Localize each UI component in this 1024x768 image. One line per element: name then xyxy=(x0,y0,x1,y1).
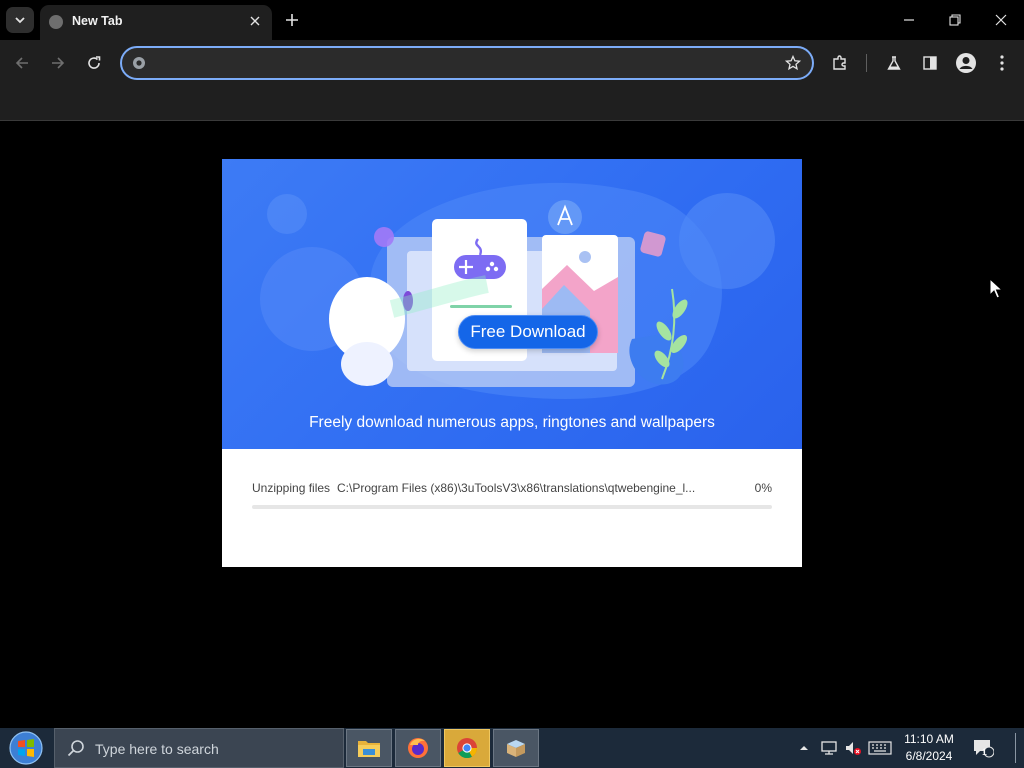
progress-section: Unzipping files C:\Program Files (x86)\3… xyxy=(222,449,802,567)
bookmark-star-button[interactable] xyxy=(784,54,802,72)
free-download-button[interactable]: Free Download xyxy=(458,315,598,349)
menu-button[interactable] xyxy=(988,49,1016,77)
flask-icon xyxy=(887,56,901,70)
chrome-icon xyxy=(457,738,478,759)
side-panel-button[interactable] xyxy=(916,49,944,77)
notification-count: 1 xyxy=(982,747,988,757)
volume-button[interactable] xyxy=(842,728,864,768)
close-window-button[interactable] xyxy=(987,8,1015,32)
clock-time: 11:10 AM xyxy=(904,732,954,746)
network-icon xyxy=(821,741,837,755)
taskbar-firefox[interactable] xyxy=(395,729,441,767)
notification-center-button[interactable]: 1 xyxy=(968,728,998,768)
new-tab-button[interactable] xyxy=(280,8,304,32)
puzzle-icon xyxy=(833,55,846,70)
avatar-icon xyxy=(956,53,976,73)
chevron-down-icon xyxy=(15,17,25,24)
system-clock[interactable]: 11:10 AM 6/8/2024 xyxy=(896,731,962,765)
tab-strip: New Tab xyxy=(0,0,1024,40)
reload-button[interactable] xyxy=(80,49,108,77)
close-icon xyxy=(995,14,1007,26)
arrow-left-icon xyxy=(15,57,28,69)
status-label: Unzipping files xyxy=(252,481,331,495)
show-desktop-button[interactable] xyxy=(1010,728,1020,768)
star-icon xyxy=(785,55,801,71)
start-button[interactable] xyxy=(6,730,46,766)
promo-banner: Free Download Freely download numerous a… xyxy=(222,159,802,449)
mouse-cursor-icon xyxy=(989,278,1003,299)
chevron-up-icon xyxy=(800,746,808,750)
restore-icon xyxy=(949,14,961,26)
minimize-button[interactable] xyxy=(895,8,923,32)
labs-button[interactable] xyxy=(880,49,908,77)
restore-button[interactable] xyxy=(941,8,969,32)
speaker-muted-icon xyxy=(846,742,861,755)
arrow-right-icon xyxy=(52,57,65,69)
bookmarks-bar xyxy=(0,86,1024,121)
toolbar-divider xyxy=(866,54,867,72)
address-input[interactable] xyxy=(154,53,774,73)
taskbar-installer[interactable] xyxy=(493,729,539,767)
tab-title: New Tab xyxy=(72,14,123,28)
profile-button[interactable] xyxy=(952,49,980,77)
keyboard-button[interactable] xyxy=(866,728,894,768)
address-bar[interactable] xyxy=(120,46,814,80)
keyboard-icon xyxy=(868,741,892,755)
more-vertical-icon xyxy=(1000,55,1004,71)
taskbar-file-explorer[interactable] xyxy=(346,729,392,767)
tab-close-button[interactable] xyxy=(246,12,264,30)
tab-search-button[interactable] xyxy=(6,7,34,33)
firefox-icon xyxy=(408,738,428,758)
tab-new-tab[interactable]: New Tab xyxy=(40,5,272,40)
minimize-icon xyxy=(904,19,914,21)
side-panel-icon xyxy=(923,56,937,70)
taskbar: Type here to search 11:10 AM 6/8/2024 1 xyxy=(0,728,1024,768)
chrome-logo-icon xyxy=(131,55,147,71)
browser-window: New Tab xyxy=(0,0,1024,121)
installer-window: Free Download Freely download numerous a… xyxy=(222,159,802,567)
search-placeholder: Type here to search xyxy=(95,741,219,757)
globe-icon xyxy=(49,15,63,29)
show-hidden-icons-button[interactable] xyxy=(796,728,812,768)
show-desktop-divider xyxy=(1014,733,1016,763)
extensions-button[interactable] xyxy=(826,49,854,77)
close-icon xyxy=(250,16,260,26)
progress-bar xyxy=(252,505,772,509)
banner-illustration xyxy=(260,182,775,399)
reload-icon xyxy=(88,56,101,69)
banner-caption: Freely download numerous apps, ringtones… xyxy=(309,414,715,431)
taskbar-search[interactable]: Type here to search xyxy=(54,728,344,768)
progress-percent: 0% xyxy=(754,481,772,495)
file-explorer-icon xyxy=(358,741,380,757)
network-status-button[interactable] xyxy=(818,728,840,768)
taskbar-chrome[interactable] xyxy=(444,729,490,767)
windows-logo-icon xyxy=(9,731,43,765)
back-button[interactable] xyxy=(8,49,36,77)
plus-icon xyxy=(286,14,298,26)
search-icon xyxy=(67,740,84,757)
status-path: C:\Program Files (x86)\3uToolsV3\x86\tra… xyxy=(337,481,696,495)
installer-box-icon xyxy=(507,740,525,757)
forward-button[interactable] xyxy=(44,49,72,77)
clock-date: 6/8/2024 xyxy=(905,749,953,763)
